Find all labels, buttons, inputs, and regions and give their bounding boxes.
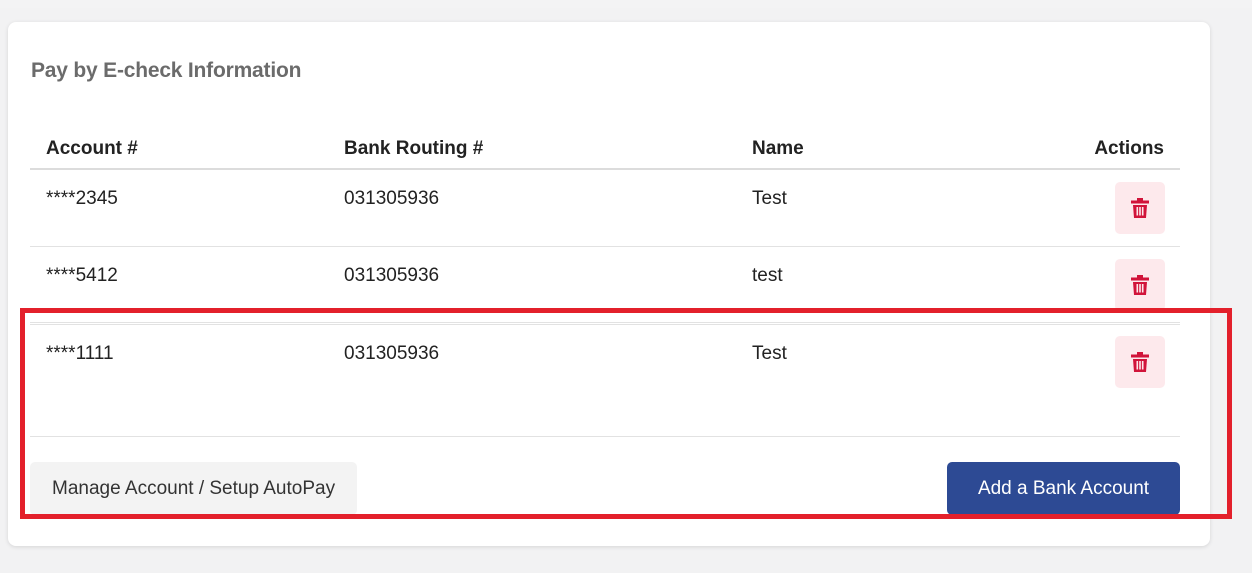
echeck-card: Pay by E-check Information Account # Ban… — [8, 22, 1210, 546]
trash-icon — [1131, 275, 1149, 295]
trash-icon — [1131, 198, 1149, 218]
header-name: Name — [752, 138, 804, 159]
manage-account-button[interactable]: Manage Account / Setup AutoPay — [30, 462, 358, 515]
account-number: ****1111 — [46, 343, 114, 364]
table-row: ****1111 031305936 Test — [30, 324, 1180, 437]
table-row: ****5412 031305936 test — [30, 247, 1180, 323]
header-routing: Bank Routing # — [344, 138, 484, 159]
account-name: Test — [752, 188, 787, 209]
trash-icon — [1131, 352, 1149, 372]
table-header: Account # Bank Routing # Name Actions — [30, 128, 1180, 170]
card-title: Pay by E-check Information — [31, 59, 302, 82]
add-bank-account-button[interactable]: Add a Bank Account — [947, 462, 1180, 515]
account-name: Test — [752, 343, 787, 364]
table-row: ****2345 031305936 Test — [30, 170, 1180, 247]
routing-number: 031305936 — [344, 265, 440, 286]
delete-account-button[interactable] — [1115, 336, 1165, 388]
delete-account-button[interactable] — [1115, 259, 1165, 311]
header-actions: Actions — [1094, 138, 1164, 159]
delete-account-button[interactable] — [1115, 182, 1165, 234]
account-number: ****5412 — [46, 265, 118, 286]
card-footer: Manage Account / Setup AutoPay Add a Ban… — [30, 462, 1180, 517]
routing-number: 031305936 — [344, 343, 440, 364]
account-number: ****2345 — [46, 188, 118, 209]
header-account: Account # — [46, 138, 138, 159]
routing-number: 031305936 — [344, 188, 440, 209]
account-name: test — [752, 265, 783, 286]
